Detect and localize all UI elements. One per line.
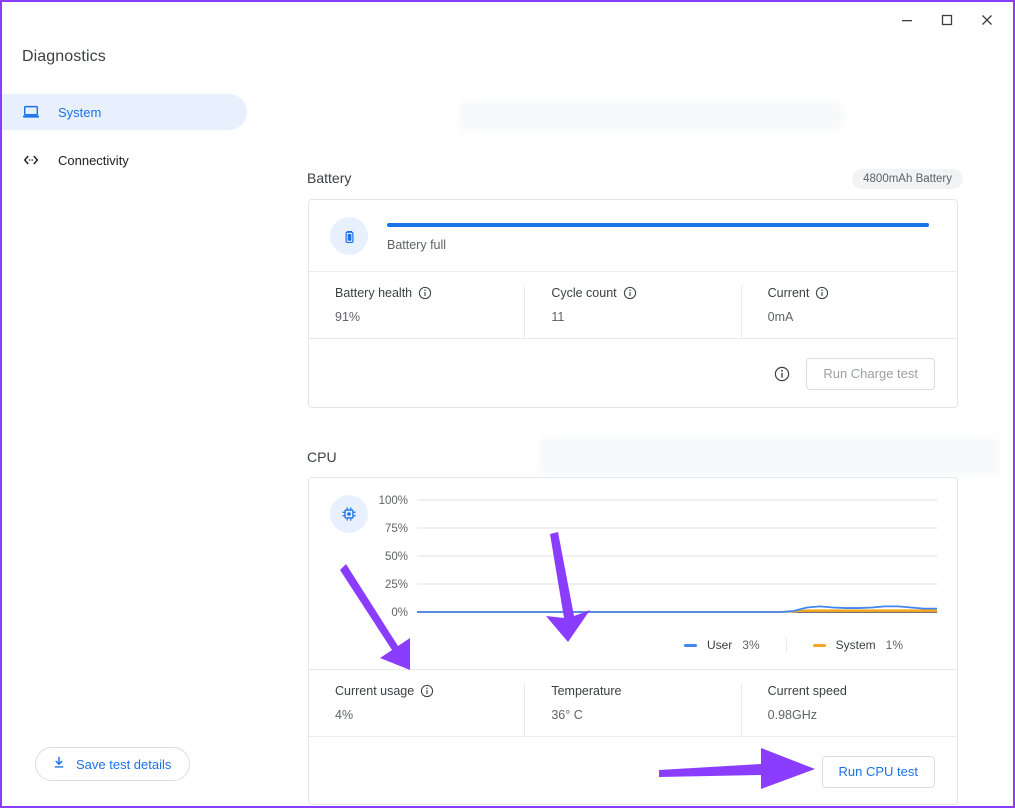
stat-temperature: Temperature 36° C [524,684,740,736]
title-bar [2,2,1013,38]
sidebar-item-system[interactable]: System [2,94,247,130]
stat-label-text: Current speed [767,684,847,698]
stat-value-text: 91% [335,310,361,324]
legend-value: 1% [885,638,903,652]
maximize-button[interactable] [927,4,967,36]
main-content: Battery 4800mAh Battery Battery full Bat… [262,38,1013,806]
cpu-usage-chart: 0% 25% 50% 75% 100% [379,495,937,619]
redacted-band-cpu [540,438,998,474]
info-icon[interactable] [774,366,790,382]
download-icon [51,755,67,774]
chart-y-axis-labels: 0% 25% 50% 75% 100% [379,495,408,619]
battery-capacity-badge: 4800mAh Battery [852,169,963,189]
cpu-chart-row: 0% 25% 50% 75% 100% User 3% System 1% [309,478,957,670]
run-charge-test-button[interactable]: Run Charge test [806,357,935,390]
stat-value-text: 0.98GHz [767,708,817,722]
close-button[interactable] [967,4,1007,36]
legend-label: User [706,638,733,652]
sidebar-item-connectivity[interactable]: Connectivity [2,142,262,178]
battery-card: Battery full Battery health 91% Cycle co… [308,199,958,408]
chart-y-tick-label: 25% [385,579,408,591]
stat-label-text: Current [767,286,810,300]
sidebar-item-label: Connectivity [58,152,129,168]
cpu-action-row: Run CPU test [309,737,957,806]
chart-legend: User 3% System 1% [658,638,929,652]
battery-section-title: Battery [307,170,352,186]
stat-value-text: 0mA [767,310,794,324]
battery-charge-row: Battery full [309,200,957,272]
laptop-icon [20,101,42,123]
stat-label-text: Cycle count [551,286,617,300]
diagnostics-window: Diagnostics System Connectivity Save tes… [0,0,1015,808]
page-title: Diagnostics [22,48,106,65]
chart-y-tick-label: 75% [385,523,408,535]
battery-action-row: Run Charge test [309,339,957,408]
stat-value-text: 11 [551,310,565,324]
stat-label-text: Current usage [335,684,415,698]
save-test-details-button[interactable]: Save test details [35,747,191,781]
chart-series [417,606,937,612]
stat-value-text: 36° C [551,708,583,722]
chart-gridlines [417,500,937,612]
stat-value-text: 4% [335,708,354,722]
info-icon[interactable] [623,286,637,300]
stat-current-usage: Current usage 4% [309,684,524,736]
stat-label-text: Battery health [335,286,413,300]
cpu-stats-row: Current usage 4% Temperature 36° C Curre… [309,670,957,737]
legend-entry-system: System 1% [785,638,929,652]
connectivity-icon [20,149,42,171]
stat-current: Current 0mA [740,286,957,338]
info-icon[interactable] [418,286,432,300]
legend-entry-user: User 3% [658,638,786,652]
run-cpu-test-button[interactable]: Run CPU test [821,755,935,788]
redacted-band-top [460,102,842,130]
stat-current-speed: Current speed 0.98GHz [740,684,957,736]
chart-y-tick-label: 0% [391,607,408,619]
cpu-card: 0% 25% 50% 75% 100% User 3% System 1% Cu… [308,477,958,805]
minimize-button[interactable] [887,4,927,36]
sidebar: System Connectivity [2,94,262,734]
battery-icon [330,217,368,255]
save-test-details-label: Save test details [76,756,172,772]
info-icon[interactable] [815,286,829,300]
legend-swatch-user [683,643,697,647]
chart-y-tick-label: 100% [379,495,408,507]
info-icon[interactable] [420,684,434,698]
stat-cycle-count: Cycle count 11 [524,286,740,338]
cpu-chip-icon [330,495,368,533]
legend-swatch-system [812,643,826,647]
sidebar-item-label: System [58,104,102,120]
stat-label-text: Temperature [551,684,622,698]
cpu-section-title: CPU [307,449,337,465]
stat-battery-health: Battery health 91% [309,286,524,338]
legend-label: System [835,638,876,652]
chart-y-tick-label: 50% [385,551,408,563]
battery-progress-bar [387,223,929,227]
battery-charge-meter: Battery full [387,223,929,252]
legend-value: 3% [742,638,760,652]
battery-stats-row: Battery health 91% Cycle count 11 Curren… [309,272,957,339]
battery-status-text: Battery full [387,238,447,252]
